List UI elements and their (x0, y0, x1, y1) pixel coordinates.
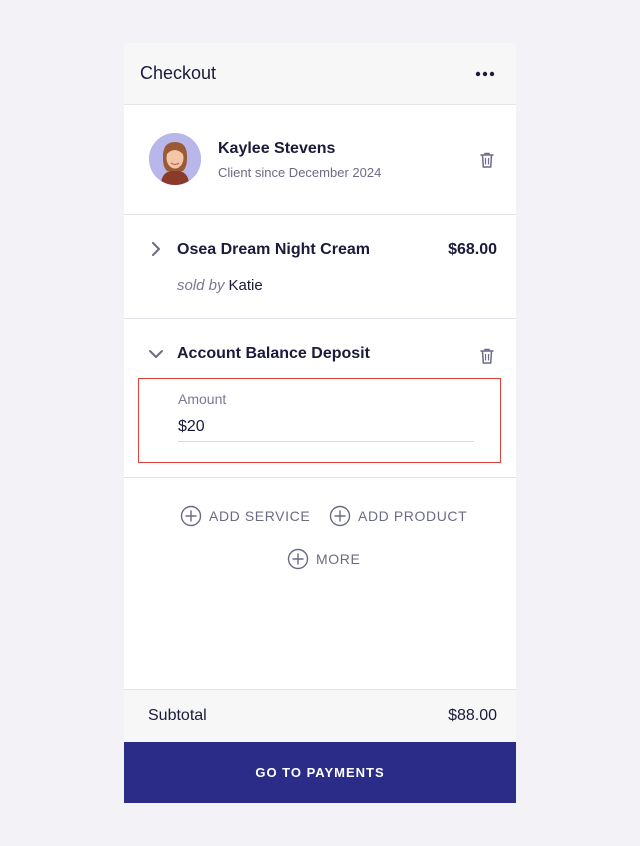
line-item-product[interactable]: Osea Dream Night Cream $68.00 sold by Kat… (124, 215, 516, 319)
add-service-label: ADD SERVICE (209, 508, 311, 524)
deposit-title: Account Balance Deposit (177, 345, 370, 362)
more-horizontal-icon[interactable] (470, 59, 500, 89)
add-product-button[interactable]: ADD PRODUCT (329, 505, 467, 527)
plus-circle-icon (180, 505, 202, 527)
amount-field-highlight: Amount (138, 378, 501, 463)
plus-circle-icon (329, 505, 351, 527)
checkout-panel: Checkout Kaylee Stevens Client since Dec… (124, 43, 516, 803)
add-service-button[interactable]: ADD SERVICE (180, 505, 310, 527)
add-product-label: ADD PRODUCT (358, 508, 468, 524)
checkout-header: Checkout (124, 43, 516, 105)
add-actions: ADD SERVICE ADD PRODUCT MORE (124, 478, 516, 689)
avatar (149, 133, 201, 185)
client-name: Kaylee Stevens (218, 140, 336, 157)
line-item-deposit: Account Balance Deposit Amount (124, 319, 516, 478)
trash-icon[interactable] (477, 346, 497, 366)
product-name: Osea Dream Night Cream (177, 241, 370, 258)
subtotal-value: $88.00 (448, 707, 497, 724)
sold-by-staff[interactable]: Katie (229, 277, 263, 294)
sold-by: sold by Katie (177, 277, 263, 294)
client-row[interactable]: Kaylee Stevens Client since December 202… (124, 105, 516, 215)
plus-circle-icon (287, 548, 309, 570)
client-since-text: Client since December 2024 (218, 165, 382, 180)
subtotal-label: Subtotal (148, 707, 207, 724)
sold-by-label: sold by (177, 277, 225, 294)
chevron-down-icon[interactable] (148, 346, 164, 362)
chevron-right-icon[interactable] (148, 241, 164, 257)
subtotal-row: Subtotal $88.00 (124, 689, 516, 742)
product-price: $68.00 (448, 241, 497, 258)
more-button[interactable]: MORE (287, 548, 360, 570)
trash-icon[interactable] (477, 150, 497, 170)
amount-label: Amount (178, 391, 227, 407)
page-title: Checkout (140, 63, 217, 83)
more-label: MORE (316, 551, 361, 567)
amount-input[interactable] (178, 412, 474, 442)
go-to-payments-button[interactable]: GO TO PAYMENTS (124, 742, 516, 803)
